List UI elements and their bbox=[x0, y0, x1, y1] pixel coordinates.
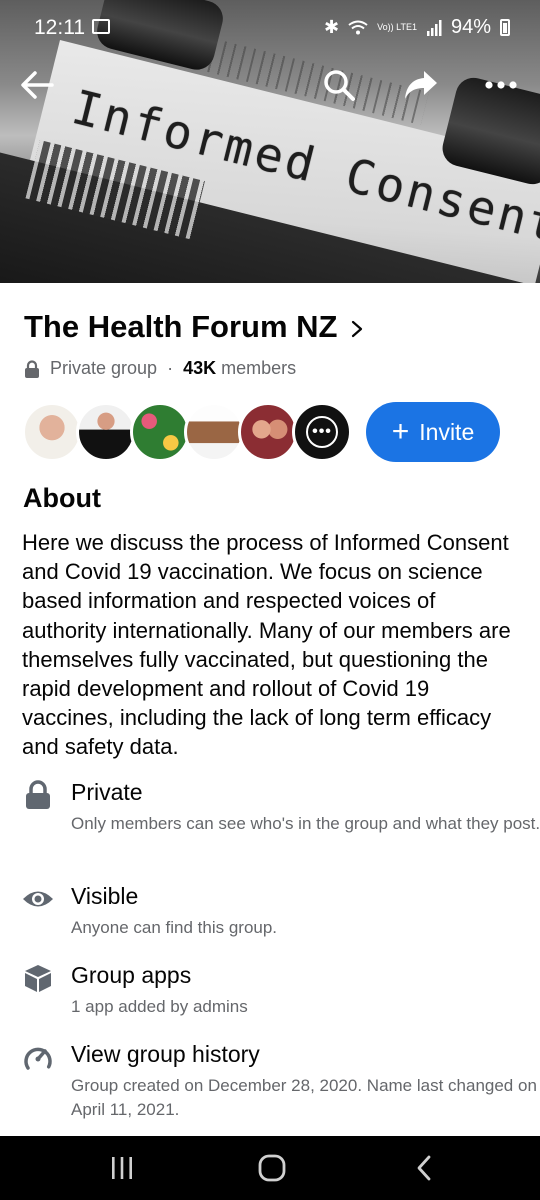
home-button[interactable] bbox=[252, 1150, 292, 1186]
avatar[interactable] bbox=[76, 402, 136, 462]
info-subtitle: Only members can see who's in the group … bbox=[71, 814, 540, 833]
back-button[interactable] bbox=[14, 62, 60, 108]
chevron-left-icon bbox=[417, 1155, 431, 1181]
avatar[interactable] bbox=[22, 402, 82, 462]
info-title: Visible bbox=[71, 883, 139, 909]
more-dots-icon bbox=[485, 81, 517, 89]
group-title-row[interactable]: The Health Forum NZ bbox=[24, 309, 363, 345]
info-subtitle: Group created on December 28, 2020. Name… bbox=[71, 1076, 537, 1119]
share-icon bbox=[405, 71, 437, 99]
battery-percent: 94% bbox=[450, 16, 491, 38]
system-navigation-bar bbox=[0, 1136, 540, 1200]
history-icon bbox=[22, 1041, 54, 1073]
info-title: Group apps bbox=[71, 962, 192, 988]
screen-notification-icon bbox=[92, 19, 110, 34]
more-dots-icon: ••• bbox=[306, 416, 338, 448]
bluetooth-icon: ✱ bbox=[324, 17, 340, 37]
plus-icon: + bbox=[391, 415, 410, 448]
status-bar: 12:11 ✱ Vo)) LTE1 94% bbox=[0, 0, 540, 56]
lock-icon bbox=[22, 779, 54, 811]
eye-icon bbox=[22, 883, 54, 915]
avatar[interactable] bbox=[238, 402, 298, 462]
search-icon bbox=[324, 70, 355, 101]
share-button[interactable] bbox=[398, 62, 444, 108]
info-subtitle: 1 app added by admins bbox=[71, 997, 248, 1016]
status-time: 12:11 bbox=[34, 16, 85, 39]
system-back-button[interactable] bbox=[404, 1150, 444, 1186]
battery-icon bbox=[500, 19, 510, 36]
avatar[interactable] bbox=[184, 402, 244, 462]
member-avatars[interactable]: ••• bbox=[22, 402, 352, 462]
avatar[interactable] bbox=[130, 402, 190, 462]
invite-button[interactable]: + Invite bbox=[366, 402, 500, 462]
more-options-button[interactable] bbox=[478, 62, 524, 108]
member-label: members bbox=[221, 358, 297, 378]
box-icon bbox=[22, 962, 54, 994]
group-meta: Private group · 43K members bbox=[24, 358, 296, 379]
more-members-avatar[interactable]: ••• bbox=[292, 402, 352, 462]
chevron-right-icon bbox=[352, 320, 363, 338]
member-count: 43K bbox=[183, 358, 217, 378]
recent-apps-button[interactable] bbox=[102, 1150, 142, 1186]
group-name[interactable]: The Health Forum NZ bbox=[24, 309, 337, 345]
recent-apps-icon bbox=[112, 1157, 132, 1179]
info-subtitle: Anyone can find this group. bbox=[71, 918, 278, 937]
search-button[interactable] bbox=[316, 62, 362, 108]
member-count-link[interactable]: 43K members bbox=[183, 358, 296, 379]
back-arrow-icon bbox=[21, 71, 54, 99]
info-title[interactable]: View group history bbox=[71, 1041, 260, 1068]
info-title: Private bbox=[71, 779, 143, 805]
privacy-label: Private group bbox=[50, 358, 158, 378]
invite-label: Invite bbox=[419, 418, 475, 445]
meta-separator: · bbox=[167, 358, 174, 378]
network-label: Vo)) LTE1 bbox=[377, 22, 417, 32]
home-icon bbox=[258, 1154, 286, 1182]
about-heading: About bbox=[23, 483, 101, 513]
about-description: Here we discuss the process of Informed … bbox=[22, 530, 511, 760]
wifi-icon bbox=[348, 20, 368, 34]
signal-icon bbox=[426, 19, 442, 36]
lock-icon bbox=[25, 359, 39, 378]
